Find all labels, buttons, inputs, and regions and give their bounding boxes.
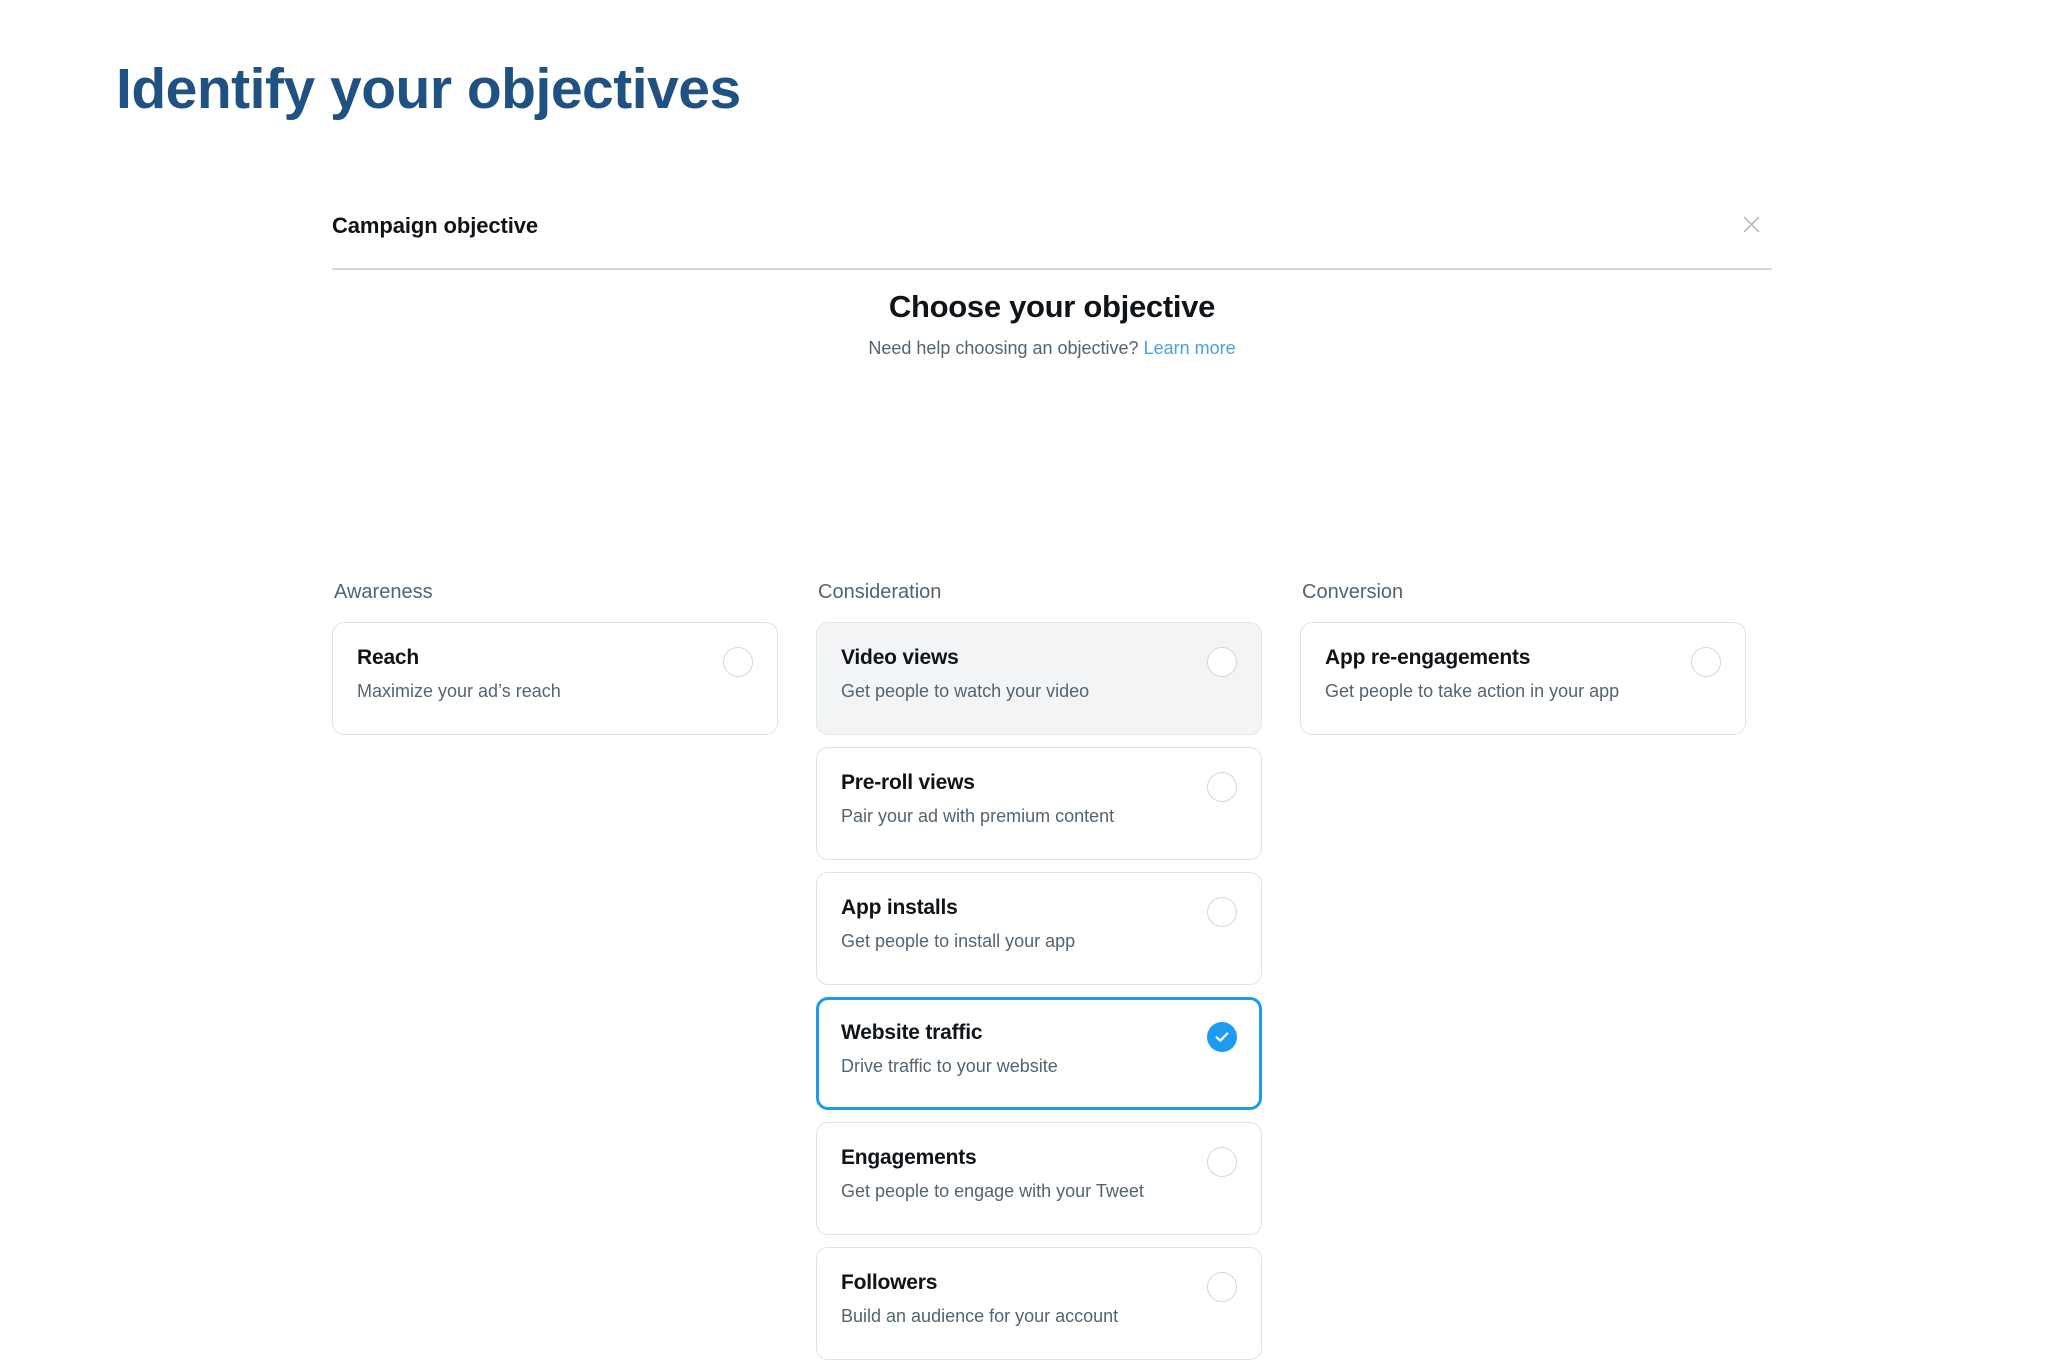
column-title-consideration: Consideration <box>818 581 942 603</box>
radio-unchecked-icon[interactable] <box>1207 1272 1237 1302</box>
objective-card-pre-roll-views[interactable]: Pre-roll views Pair your ad with premium… <box>816 747 1262 860</box>
objective-card-reach[interactable]: Reach Maximize your ad’s reach <box>332 622 778 735</box>
objective-card-description: Get people to engage with your Tweet <box>841 1181 1144 1202</box>
objective-subtitle-text: Need help choosing an objective? <box>868 337 1139 358</box>
objective-subtitle: Need help choosing an objective? Learn m… <box>332 337 1772 360</box>
radio-unchecked-icon[interactable] <box>1207 897 1237 927</box>
column-conversion: Conversion App re-engagements Get people… <box>1300 580 1746 1372</box>
objective-columns: Awareness Reach Maximize your ad’s reach… <box>332 580 1772 1372</box>
column-title-awareness: Awareness <box>334 581 433 603</box>
close-icon <box>1742 215 1761 234</box>
column-title-conversion: Conversion <box>1302 581 1404 603</box>
campaign-objective-modal: Campaign objective Choose your objective… <box>332 195 1772 1360</box>
objective-card-description: Pair your ad with premium content <box>841 806 1115 827</box>
modal-title: Campaign objective <box>332 213 539 238</box>
objective-card-engagements[interactable]: Engagements Get people to engage with yo… <box>816 1122 1262 1235</box>
radio-checked-icon[interactable] <box>1207 1022 1237 1052</box>
column-consideration: Consideration Video views Get people to … <box>816 580 1262 1372</box>
objective-card-description: Drive traffic to your website <box>841 1056 1058 1077</box>
objective-card-description: Build an audience for your account <box>841 1306 1119 1327</box>
radio-unchecked-icon[interactable] <box>1207 772 1237 802</box>
objective-card-title: Followers <box>841 1271 938 1294</box>
learn-more-link[interactable]: Learn more <box>1144 338 1236 358</box>
radio-unchecked-icon[interactable] <box>1207 1147 1237 1177</box>
objective-card-title: Website traffic <box>841 1021 983 1044</box>
column-awareness: Awareness Reach Maximize your ad’s reach <box>332 580 778 1372</box>
objective-card-video-views[interactable]: Video views Get people to watch your vid… <box>816 622 1262 735</box>
objective-card-app-installs[interactable]: App installs Get people to install your … <box>816 872 1262 985</box>
page-title: Identify your objectives <box>116 57 741 121</box>
objective-card-description: Maximize your ad’s reach <box>357 681 561 702</box>
radio-unchecked-icon[interactable] <box>1207 647 1237 677</box>
objective-card-title: Reach <box>357 646 420 669</box>
objective-card-website-traffic[interactable]: Website traffic Drive traffic to your we… <box>816 997 1262 1110</box>
objective-heading-block: Choose your objective Need help choosing… <box>332 288 1772 360</box>
radio-unchecked-icon[interactable] <box>723 647 753 677</box>
objective-card-title: App installs <box>841 896 958 919</box>
modal-header: Campaign objective <box>332 195 1772 268</box>
objective-card-app-re-engagements[interactable]: App re-engagements Get people to take ac… <box>1300 622 1746 735</box>
objective-card-title: App re-engagements <box>1325 646 1531 669</box>
radio-unchecked-icon[interactable] <box>1691 647 1721 677</box>
objective-card-description: Get people to take action in your app <box>1325 681 1620 702</box>
objective-card-description: Get people to watch your video <box>841 681 1090 702</box>
close-button[interactable] <box>1734 207 1768 241</box>
objective-card-description: Get people to install your app <box>841 931 1076 952</box>
header-divider <box>332 268 1772 270</box>
objective-card-title: Engagements <box>841 1146 977 1169</box>
objective-card-title: Video views <box>841 646 959 669</box>
objective-card-followers[interactable]: Followers Build an audience for your acc… <box>816 1247 1262 1360</box>
objective-card-title: Pre-roll views <box>841 771 975 794</box>
objective-heading: Choose your objective <box>888 289 1216 324</box>
